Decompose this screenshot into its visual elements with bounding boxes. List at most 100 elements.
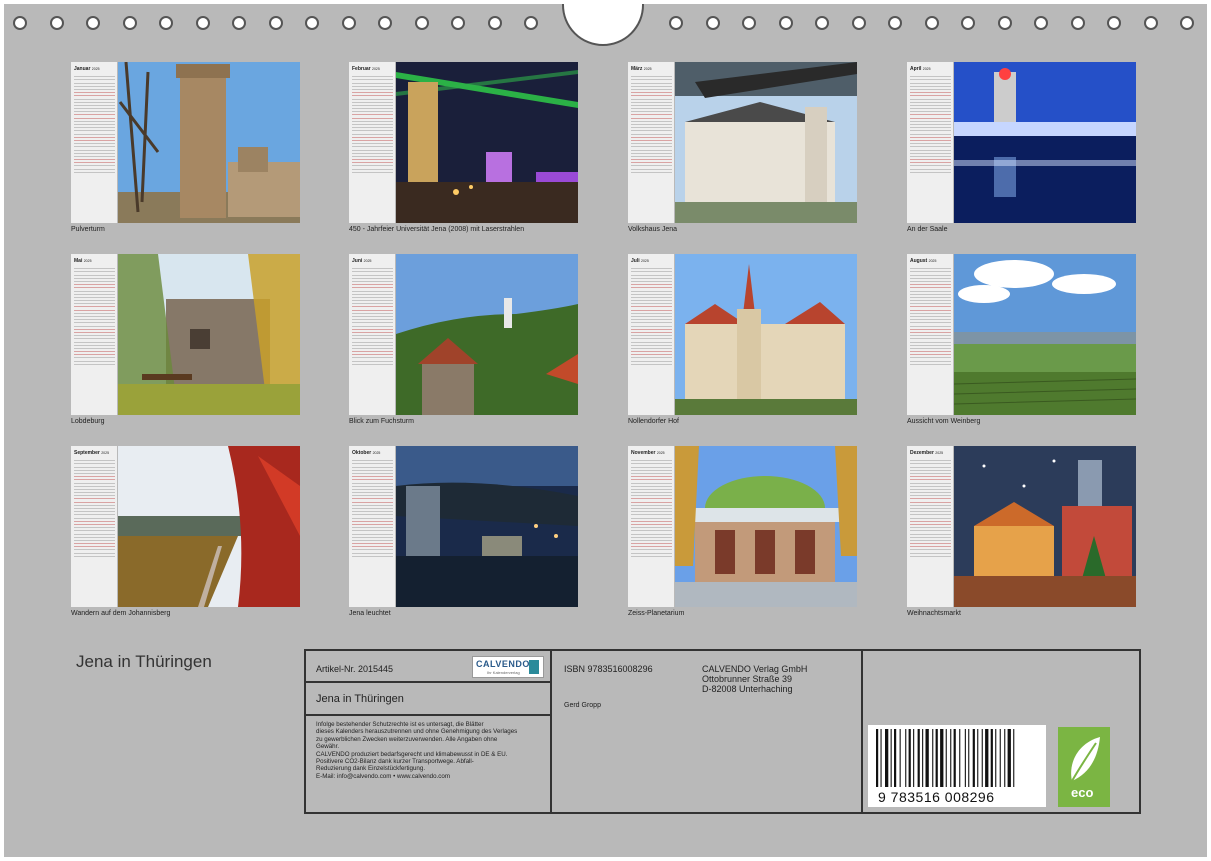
eco-badge: eco [1058, 727, 1110, 807]
mini-calendar: Mai 2025 [71, 254, 117, 415]
month-thumbnail: Juli 2025 Nollendorfer Hof [628, 254, 857, 430]
wall-hanger-cutout [562, 4, 644, 46]
binding-ring [524, 16, 538, 30]
binding-ring [341, 16, 356, 30]
mini-calendar: März 2025 [628, 62, 674, 223]
photo-caption: Zeiss-Planetarium [628, 610, 685, 617]
binding-ring [451, 16, 465, 30]
binding-ring [924, 16, 939, 30]
binding-ring [414, 16, 429, 30]
binding-ring [49, 16, 64, 30]
publisher-info-box: Artikel-Nr. 2015445 CALVENDO Ihr Kalende… [304, 649, 1141, 814]
photo-caption: Nollendorfer Hof [628, 418, 679, 425]
isbn: ISBN 9783516008296 [564, 664, 653, 674]
mini-calendar: Juni 2025 [349, 254, 395, 415]
mini-calendar: Oktober 2025 [349, 446, 395, 607]
month-name: Oktober 2025 [352, 450, 381, 456]
month-name: März 2025 [631, 66, 652, 72]
article-number: Artikel-Nr. 2015445 [316, 664, 394, 674]
binding-ring [159, 16, 173, 30]
mini-calendar: August 2025 [907, 254, 953, 415]
binding-ring [997, 16, 1012, 30]
binding-ring [1034, 16, 1048, 30]
calendar-title: Jena in Thüringen [76, 652, 212, 671]
month-thumbnail: Mai 2025 Lobdeburg [71, 254, 300, 430]
month-name: April 2025 [910, 66, 931, 72]
binding-ring [742, 16, 756, 30]
month-thumbnail: September 2025 Wandern auf dem Johannisbe… [71, 446, 300, 622]
photo-caption: Pulverturm [71, 226, 105, 233]
month-name: November 2025 [631, 450, 665, 456]
binding-ring [705, 16, 720, 30]
photo-caption: Volkshaus Jena [628, 226, 678, 233]
publisher-address: CALVENDO Verlag GmbH Ottobrunner Straße … [702, 664, 808, 694]
month-thumbnail: Oktober 2025 Jena leuchtet [349, 446, 578, 622]
month-name: Januar 2025 [74, 66, 100, 72]
month-thumbnail: November 2025 Zeiss-Planetarium [628, 446, 857, 622]
binding-ring [888, 16, 902, 30]
month-photo [954, 254, 1136, 415]
barcode-number: 9 783516 008296 [878, 789, 995, 805]
month-thumbnail: Januar 2025 Pulverturm [71, 62, 300, 238]
month-name: Juli 2025 [631, 258, 649, 264]
binding-ring [487, 16, 502, 30]
photo-caption: Weihnachtsmarkt [907, 610, 961, 617]
binding-ring [268, 16, 283, 30]
mini-calendar: Februar 2025 [349, 62, 395, 223]
binding-ring [1143, 16, 1158, 30]
photo-caption: Aussicht vom Weinberg [907, 418, 981, 425]
binding-ring [815, 16, 829, 30]
mini-calendar: April 2025 [907, 62, 953, 223]
calvendo-logo: CALVENDO Ihr Kalenderverlag [472, 656, 544, 678]
photo-caption: Wandern auf dem Johannisberg [71, 610, 171, 617]
month-name: Februar 2025 [352, 66, 380, 72]
barcode: 9 783516 008296 [868, 725, 1046, 807]
month-photo [118, 254, 300, 415]
binding-ring [1107, 16, 1121, 30]
binding-ring [122, 16, 137, 30]
month-name: Dezember 2025 [910, 450, 944, 456]
month-photo [396, 62, 578, 223]
month-photo [675, 62, 857, 223]
month-thumbnail: Februar 2025 450 - Jahrfeier Universität … [349, 62, 578, 238]
binding-ring [1180, 16, 1194, 30]
month-photo [675, 446, 857, 607]
month-photo [396, 254, 578, 415]
binding-ring [1070, 16, 1085, 30]
photo-caption: Jena leuchtet [349, 610, 391, 617]
binding-ring [851, 16, 866, 30]
month-photo [118, 446, 300, 607]
mini-calendar: November 2025 [628, 446, 674, 607]
binding-ring [961, 16, 975, 30]
month-name: September 2025 [74, 450, 110, 456]
binding-ring [13, 16, 27, 30]
binding-ring [232, 16, 246, 30]
month-name: August 2025 [910, 258, 937, 264]
legal-notice: Infolge bestehender Schutzrechte ist es … [316, 721, 518, 780]
binding-ring [378, 16, 392, 30]
binding-ring [778, 16, 793, 30]
month-thumbnail: Dezember 2025 Weihnachtsmarkt [907, 446, 1136, 622]
binding-ring [669, 16, 683, 30]
month-photo [118, 62, 300, 223]
author: Gerd Gropp [564, 702, 601, 709]
calendar-back-page: Januar 2025 Pulverturm Februar 2025 450 - J… [4, 4, 1207, 857]
photo-caption: Lobdeburg [71, 418, 105, 425]
photo-caption: Blick zum Fuchsturm [349, 418, 414, 425]
info-title: Jena in Thüringen [316, 693, 404, 705]
month-photo [954, 62, 1136, 223]
month-name: Mai 2025 [74, 258, 92, 264]
month-thumbnail: Juni 2025 Blick zum Fuchsturm [349, 254, 578, 430]
binding-ring [195, 16, 210, 30]
binding-ring [86, 16, 100, 30]
mini-calendar: Juli 2025 [628, 254, 674, 415]
photo-caption: An der Saale [907, 226, 948, 233]
photo-caption: 450 - Jahrfeier Universität Jena (2008) … [349, 226, 525, 233]
month-thumbnail: August 2025 Aussicht vom Weinberg [907, 254, 1136, 430]
mini-calendar: Januar 2025 [71, 62, 117, 223]
month-thumbnail: April 2025 An der Saale [907, 62, 1136, 238]
month-thumbnail: März 2025 Volkshaus Jena [628, 62, 857, 238]
month-photo [954, 446, 1136, 607]
binding-ring [305, 16, 319, 30]
mini-calendar: September 2025 [71, 446, 117, 607]
